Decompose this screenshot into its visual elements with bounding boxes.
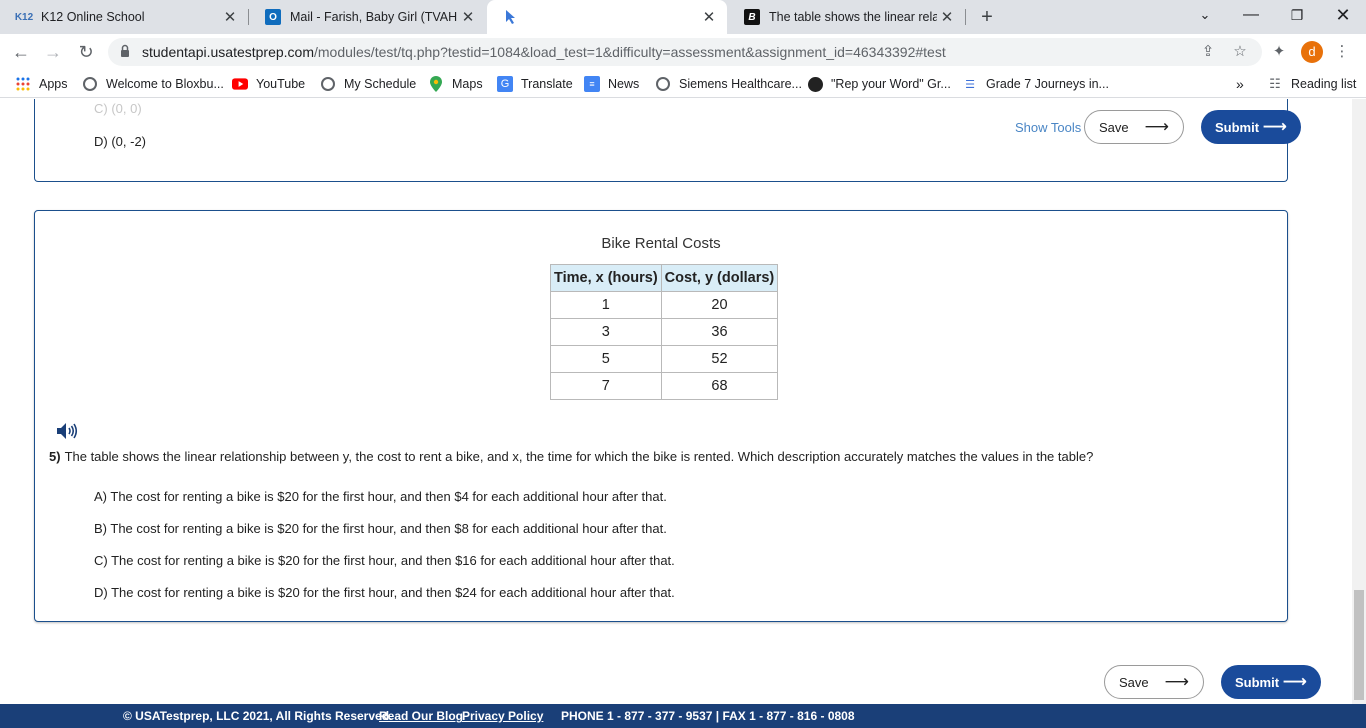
bookmark-grade-7[interactable]: ☰ Grade 7 Journeys in... (962, 76, 1109, 92)
address-bar[interactable]: studentapi.usatestprep.com/modules/test/… (108, 38, 1262, 66)
table-header: Time, x (hours) (550, 264, 662, 292)
answer-choice[interactable]: C) (0, 0) (94, 101, 142, 116)
table-row: 1 20 (550, 291, 779, 319)
table-row: 3 36 (550, 318, 779, 346)
tab-bar: K12 K12 Online School ✕ O Mail - Farish,… (0, 0, 1366, 34)
outlook-icon: O (265, 9, 281, 25)
bookmark-my-schedule[interactable]: My Schedule (320, 76, 416, 92)
browser-toolbar: ← → ↻ studentapi.usatestprep.com/modules… (0, 34, 1366, 70)
footer: © USATestprep, LLC 2021, All Rights Rese… (0, 704, 1366, 728)
submit-button[interactable]: Submit ⟶ (1201, 110, 1301, 144)
bookmark-translate[interactable]: G Translate (497, 76, 573, 92)
url-text: studentapi.usatestprep.com/modules/test/… (142, 44, 946, 60)
apps-grid-icon (15, 76, 31, 92)
answer-choice-d[interactable]: D) The cost for renting a bike is $20 fo… (94, 585, 675, 600)
close-icon[interactable]: ✕ (220, 8, 240, 26)
tab-current[interactable]: ✕ (487, 0, 727, 34)
contact-text: PHONE 1 - 877 - 377 - 9537 | FAX 1 - 877… (561, 709, 855, 723)
copyright-text: © USATestprep, LLC 2021, All Rights Rese… (123, 709, 393, 723)
journeys-icon: ☰ (965, 78, 975, 91)
question-card: Bike Rental Costs Time, x (hours) Cost, … (34, 210, 1288, 622)
bike-rental-table: Time, x (hours) Cost, y (dollars) 1 20 33… (550, 264, 779, 400)
cursor-icon (503, 9, 519, 25)
answer-choice-a[interactable]: A) The cost for renting a bike is $20 fo… (94, 489, 667, 504)
close-icon[interactable]: ✕ (937, 8, 957, 26)
close-icon[interactable]: ✕ (458, 8, 478, 26)
blog-link[interactable]: Read Our Blog (379, 709, 463, 723)
new-tab-icon[interactable]: + (975, 4, 999, 30)
bookmark-youtube[interactable]: YouTube (232, 76, 305, 92)
answer-choice-b[interactable]: B) The cost for renting a bike is $20 fo… (94, 521, 667, 536)
bookmarks-bar: Apps Welcome to Bloxbu... YouTube My Sch… (0, 70, 1366, 98)
table-header: Cost, y (dollars) (660, 264, 779, 292)
privacy-link[interactable]: Privacy Policy (462, 709, 543, 723)
scrollbar-thumb[interactable] (1354, 590, 1364, 700)
bookmark-apps[interactable]: Apps (15, 76, 68, 92)
question-text: 5) The table shows the linear relationshi… (49, 449, 1094, 464)
extensions-icon[interactable]: ✦ (1270, 43, 1288, 61)
lock-icon (121, 44, 129, 57)
table-row: 7 68 (550, 372, 779, 400)
brainly-icon: B (744, 9, 760, 25)
menu-icon[interactable]: ⋮ (1333, 43, 1351, 61)
k12-icon: K12 (14, 11, 34, 23)
question-number: 5) (49, 449, 61, 464)
bottom-submit-button[interactable]: Submit ⟶ (1221, 665, 1321, 699)
tab-brainly[interactable]: B The table shows the linear relatio ✕ (728, 0, 965, 34)
bookmark-bloxburg[interactable]: Welcome to Bloxbu... (82, 76, 224, 92)
save-button[interactable]: Save ⟶ (1084, 110, 1184, 144)
reading-list[interactable]: ☷ Reading list (1267, 76, 1356, 92)
share-icon[interactable]: ⇪ (1199, 43, 1217, 61)
globe-icon (320, 76, 336, 92)
arrow-right-icon: ⟶ (1262, 117, 1287, 136)
bookmark-news[interactable]: ≡ News (584, 76, 639, 92)
arrow-right-icon: ⟶ (1164, 672, 1189, 691)
profile-avatar[interactable]: d (1301, 41, 1323, 63)
bookmark-rep-your-word[interactable]: "Rep your Word" Gr... (807, 76, 951, 92)
close-window-icon[interactable]: ✕ (1320, 0, 1366, 34)
bookmarks-overflow-icon[interactable]: » (1236, 76, 1244, 92)
bookmark-maps[interactable]: Maps (428, 76, 483, 92)
bookmark-siemens[interactable]: Siemens Healthcare... (655, 76, 802, 92)
translate-icon: G (497, 76, 513, 92)
globe-icon (655, 76, 671, 92)
arrow-right-icon: ⟶ (1144, 117, 1169, 136)
tab-title: K12 Online School (41, 10, 145, 24)
back-icon[interactable]: ← (8, 39, 34, 65)
reload-icon[interactable]: ↻ (73, 39, 99, 65)
close-icon[interactable]: ✕ (699, 8, 719, 26)
restore-icon[interactable]: ❐ (1274, 0, 1320, 34)
tab-search-icon[interactable]: ⌄ (1182, 0, 1228, 34)
minimize-icon[interactable]: — (1228, 0, 1274, 34)
table-title: Bike Rental Costs (601, 235, 721, 252)
answer-choice-c[interactable]: C) The cost for renting a bike is $20 fo… (94, 553, 675, 568)
tab-title: Mail - Farish, Baby Girl (TVAH Stu (290, 10, 458, 24)
tab-k12[interactable]: K12 K12 Online School ✕ (0, 0, 248, 34)
answer-choice[interactable]: D) (0, -2) (94, 134, 146, 149)
page-content: C) (0, 0) D) (0, -2) Show Tools Save ⟶ Su… (0, 99, 1352, 728)
forward-icon[interactable]: → (40, 39, 66, 65)
bottom-save-button[interactable]: Save ⟶ (1104, 665, 1204, 699)
arrow-right-icon: ⟶ (1282, 672, 1307, 691)
speaker-icon[interactable] (56, 422, 78, 440)
show-tools-link[interactable]: Show Tools (1015, 120, 1081, 135)
tab-title: The table shows the linear relatio (769, 10, 937, 24)
avatar-icon (807, 76, 823, 92)
bookmark-star-icon[interactable]: ☆ (1231, 43, 1249, 61)
globe-icon (82, 76, 98, 92)
reading-list-icon: ☷ (1269, 76, 1281, 91)
news-icon: ≡ (584, 76, 600, 92)
table-row: 5 52 (550, 345, 779, 373)
maps-pin-icon (428, 76, 444, 92)
youtube-icon (232, 76, 248, 92)
tab-mail[interactable]: O Mail - Farish, Baby Girl (TVAH Stu ✕ (249, 0, 486, 34)
